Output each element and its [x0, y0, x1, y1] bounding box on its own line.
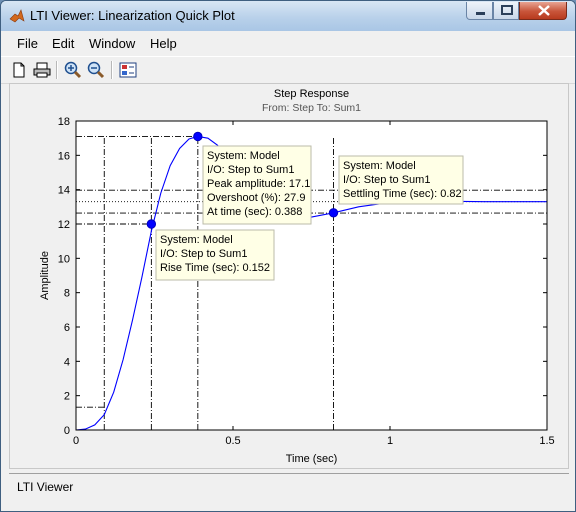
datatip-text: Rise Time (sec): 0.152 [160, 262, 270, 274]
toolbar-separator [111, 61, 113, 79]
characteristic-marker[interactable] [328, 208, 339, 218]
y-tick-label: 16 [58, 150, 70, 162]
plot-configurations-icon[interactable] [118, 60, 138, 80]
toolbar [1, 56, 575, 84]
datatip-text: I/O: Step to Sum1 [160, 248, 247, 260]
datatip-text: System: Model [207, 150, 280, 162]
menu-window[interactable]: Window [89, 36, 135, 51]
characteristic-marker[interactable] [146, 219, 157, 229]
y-tick-label: 2 [64, 391, 70, 403]
x-tick-label: 1 [387, 435, 393, 447]
datatip-text: Settling Time (sec): 0.82 [343, 188, 462, 200]
status-bar: LTI Viewer [9, 473, 569, 500]
datatip-text: I/O: Step to Sum1 [207, 164, 294, 176]
datatip-text: I/O: Step to Sum1 [343, 174, 430, 186]
datatip-text: System: Model [343, 160, 416, 172]
y-tick-label: 8 [64, 288, 70, 300]
step-response-plot[interactable]: Step Response From: Step To: Sum1 Time (se… [0, 82, 576, 472]
menu-edit[interactable]: Edit [52, 36, 74, 51]
x-tick-label: 1.5 [539, 435, 554, 447]
characteristic-marker[interactable] [193, 131, 203, 142]
close-button[interactable] [519, 2, 567, 20]
menu-help[interactable]: Help [150, 36, 177, 51]
y-tick-label: 12 [58, 219, 70, 231]
datatip-text: System: Model [160, 234, 233, 246]
toolbar-separator [56, 61, 58, 79]
y-axis-label: Amplitude [39, 251, 51, 300]
y-tick-label: 6 [64, 322, 70, 334]
datatip-text: At time (sec): 0.388 [207, 206, 302, 218]
datatip-text: Overshoot (%): 27.9 [207, 192, 305, 204]
zoom-in-icon[interactable] [63, 60, 83, 80]
y-tick-label: 4 [64, 356, 70, 368]
y-tick-label: 0 [64, 425, 70, 437]
status-text: LTI Viewer [17, 480, 74, 494]
window-title: LTI Viewer: Linearization Quick Plot [30, 8, 235, 23]
menu-bar: File Edit Window Help [1, 31, 575, 55]
minimize-button[interactable] [466, 2, 493, 20]
chart-title: Step Response [274, 88, 349, 100]
chart-subtitle: From: Step To: Sum1 [262, 102, 361, 114]
title-bar[interactable]: LTI Viewer: Linearization Quick Plot [1, 1, 575, 31]
menu-file[interactable]: File [17, 36, 38, 51]
x-tick-label: 0.5 [225, 435, 240, 447]
maximize-button[interactable] [493, 2, 519, 20]
y-tick-label: 14 [58, 185, 70, 197]
matlab-logo-icon [9, 8, 25, 24]
print-icon[interactable] [32, 60, 52, 80]
zoom-out-icon[interactable] [86, 60, 106, 80]
x-tick-label: 0 [73, 435, 79, 447]
y-tick-label: 18 [58, 116, 70, 128]
datatip-text: Peak amplitude: 17.1 [207, 178, 310, 190]
x-axis-label: Time (sec) [286, 453, 338, 465]
new-document-icon[interactable] [9, 60, 29, 80]
y-tick-label: 10 [58, 253, 70, 265]
